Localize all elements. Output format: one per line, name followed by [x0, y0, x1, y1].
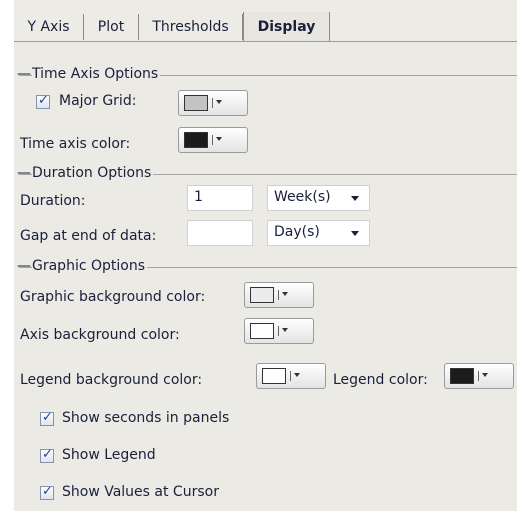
- tab-y-axis[interactable]: Y Axis: [14, 14, 84, 40]
- graphic-group-title: Graphic Options: [32, 258, 147, 274]
- chevron-down-icon: [282, 292, 288, 296]
- display-options-panel: Y Axis Plot Thresholds Display — Time Ax…: [14, 0, 517, 511]
- legend-bg-color-button[interactable]: [256, 363, 326, 389]
- dropdown-arrow-icon: [351, 231, 359, 236]
- duration-group-title: Duration Options: [32, 165, 154, 181]
- graphic-bg-color-swatch: [250, 287, 274, 303]
- gap-unit-select[interactable]: Day(s): [267, 220, 370, 246]
- time-axis-color-button[interactable]: [178, 127, 248, 153]
- duration-label: Duration:: [20, 193, 86, 209]
- show-seconds-label: Show seconds in panels: [62, 410, 230, 426]
- legend-color-label: Legend color:: [333, 372, 428, 388]
- show-legend-checkbox[interactable]: [40, 447, 54, 463]
- axis-bg-color-swatch: [250, 323, 274, 339]
- gap-input[interactable]: [187, 220, 253, 246]
- gap-label: Gap at end of data:: [20, 228, 157, 244]
- time-axis-color-swatch: [184, 132, 208, 148]
- legend-color-button[interactable]: [444, 363, 514, 389]
- color-button-separator: [278, 326, 279, 336]
- gap-unit-value: Day(s): [274, 224, 320, 240]
- dropdown-arrow-icon: [351, 196, 359, 201]
- graphic-bg-color-button[interactable]: [244, 282, 314, 308]
- axis-bg-color-button[interactable]: [244, 318, 314, 344]
- show-legend-label: Show Legend: [62, 447, 156, 463]
- legend-bg-color-swatch: [262, 368, 286, 384]
- tab-thresholds[interactable]: Thresholds: [139, 14, 243, 40]
- group-dash: —: [17, 258, 31, 274]
- show-seconds-checkbox[interactable]: [40, 410, 54, 426]
- color-button-separator: [212, 135, 213, 145]
- group-dash: —: [17, 165, 31, 181]
- chevron-down-icon: [482, 373, 488, 377]
- tab-plot[interactable]: Plot: [84, 14, 139, 40]
- duration-input[interactable]: 1: [187, 185, 253, 211]
- color-button-separator: [278, 290, 279, 300]
- chevron-down-icon: [282, 328, 288, 332]
- tab-display[interactable]: Display: [243, 12, 330, 42]
- show-values-at-cursor-checkbox[interactable]: [40, 484, 54, 500]
- major-grid-color-swatch: [184, 95, 208, 111]
- color-button-separator: [212, 98, 213, 108]
- legend-color-swatch: [450, 368, 474, 384]
- time-axis-color-label: Time axis color:: [20, 136, 131, 152]
- display-tab-content: [14, 42, 517, 511]
- color-button-separator: [290, 371, 291, 381]
- major-grid-checkbox[interactable]: [36, 93, 50, 109]
- group-dash: —: [17, 66, 31, 82]
- show-values-at-cursor-label: Show Values at Cursor: [62, 484, 219, 500]
- axis-bg-label: Axis background color:: [20, 327, 180, 343]
- color-button-separator: [478, 371, 479, 381]
- chevron-down-icon: [216, 100, 222, 104]
- chevron-down-icon: [216, 137, 222, 141]
- major-grid-color-button[interactable]: [178, 90, 248, 116]
- legend-bg-label: Legend background color:: [20, 372, 203, 388]
- duration-unit-select[interactable]: Week(s): [267, 185, 370, 211]
- major-grid-label: Major Grid:: [59, 93, 137, 109]
- time-axis-group-title: Time Axis Options: [32, 66, 161, 82]
- chevron-down-icon: [294, 373, 300, 377]
- duration-unit-value: Week(s): [274, 189, 331, 205]
- graphic-bg-label: Graphic background color:: [20, 289, 206, 305]
